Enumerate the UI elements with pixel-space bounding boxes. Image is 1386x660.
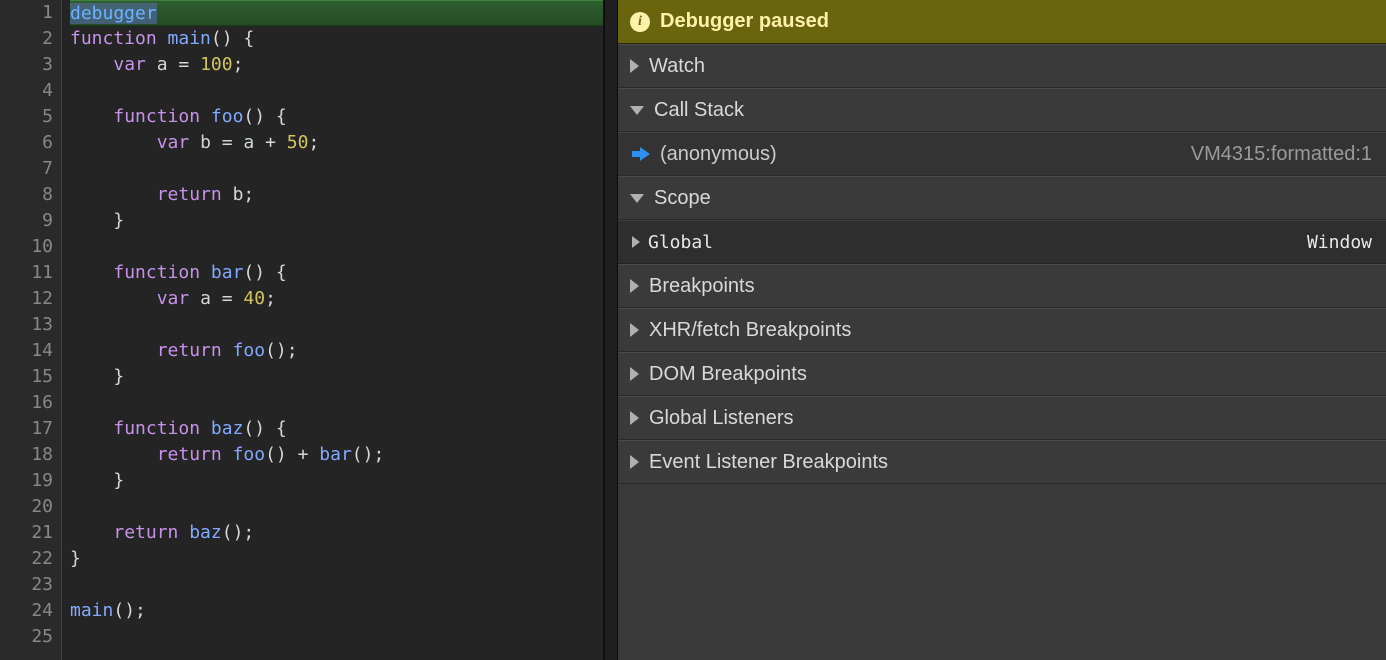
code-line[interactable]: } [70, 546, 603, 572]
xhr-breakpoints-section-label: XHR/fetch Breakpoints [649, 319, 851, 342]
line-number[interactable]: 10 [8, 234, 53, 260]
watch-section-header[interactable]: Watch [618, 44, 1386, 88]
callstack-frame-location: VM4315:formatted:1 [1191, 143, 1372, 166]
code-line[interactable] [70, 234, 603, 260]
line-number[interactable]: 3 [8, 52, 53, 78]
code-line[interactable]: } [70, 364, 603, 390]
line-number[interactable]: 23 [8, 572, 53, 598]
line-number[interactable]: 24 [8, 598, 53, 624]
dom-breakpoints-section-header[interactable]: DOM Breakpoints [618, 352, 1386, 396]
code-editor-pane: 1234567891011121314151617181920212223242… [0, 0, 604, 660]
event-listener-breakpoints-section-header[interactable]: Event Listener Breakpoints [618, 440, 1386, 484]
line-number[interactable]: 16 [8, 390, 53, 416]
debugger-sidebar: i Debugger paused Watch Call Stack (anon… [618, 0, 1386, 660]
line-number[interactable]: 19 [8, 468, 53, 494]
breakpoints-section-header[interactable]: Breakpoints [618, 264, 1386, 308]
line-number[interactable]: 14 [8, 338, 53, 364]
code-line[interactable] [70, 624, 603, 650]
line-number[interactable]: 7 [8, 156, 53, 182]
line-number[interactable]: 22 [8, 546, 53, 572]
line-number[interactable]: 20 [8, 494, 53, 520]
xhr-breakpoints-section-header[interactable]: XHR/fetch Breakpoints [618, 308, 1386, 352]
code-line[interactable] [70, 572, 603, 598]
code-line[interactable]: var b = a + 50; [70, 130, 603, 156]
callstack-frame[interactable]: (anonymous) VM4315:formatted:1 [618, 132, 1386, 176]
line-number[interactable]: 8 [8, 182, 53, 208]
code-line[interactable]: function baz() { [70, 416, 603, 442]
code-line[interactable]: return foo(); [70, 338, 603, 364]
watch-section-label: Watch [649, 55, 705, 78]
scope-section-header[interactable]: Scope [618, 176, 1386, 220]
chevron-right-icon [630, 279, 639, 293]
scope-entry-name: Global [648, 232, 713, 253]
chevron-right-icon [630, 367, 639, 381]
line-number[interactable]: 2 [8, 26, 53, 52]
line-number[interactable]: 21 [8, 520, 53, 546]
line-number[interactable]: 13 [8, 312, 53, 338]
scope-entry[interactable]: Global Window [618, 220, 1386, 264]
code-line[interactable]: var a = 40; [70, 286, 603, 312]
code-line[interactable]: var a = 100; [70, 52, 603, 78]
scope-entry-value: Window [1307, 232, 1372, 253]
chevron-right-icon [630, 323, 639, 337]
line-number[interactable]: 25 [8, 624, 53, 650]
line-number[interactable]: 1 [8, 0, 53, 26]
code-line[interactable]: function foo() { [70, 104, 603, 130]
chevron-right-icon [630, 59, 639, 73]
global-listeners-section-label: Global Listeners [649, 407, 794, 430]
info-icon: i [630, 12, 650, 32]
devtools-sources-panel: 1234567891011121314151617181920212223242… [0, 0, 1386, 660]
pane-splitter[interactable] [604, 0, 618, 660]
line-number[interactable]: 12 [8, 286, 53, 312]
line-number[interactable]: 15 [8, 364, 53, 390]
line-number[interactable]: 9 [8, 208, 53, 234]
code-line[interactable]: } [70, 468, 603, 494]
scope-section-label: Scope [654, 187, 711, 210]
code-line[interactable]: return foo() + bar(); [70, 442, 603, 468]
code-line[interactable]: main(); [70, 598, 603, 624]
code-line[interactable] [70, 312, 603, 338]
paused-label: Debugger paused [660, 10, 829, 33]
line-number[interactable]: 4 [8, 78, 53, 104]
code-line[interactable]: function main() { [70, 26, 603, 52]
chevron-right-icon [630, 455, 639, 469]
chevron-down-icon [630, 106, 644, 115]
debugger-paused-banner: i Debugger paused [618, 0, 1386, 44]
code-line[interactable] [70, 494, 603, 520]
callstack-section-label: Call Stack [654, 99, 744, 122]
global-listeners-section-header[interactable]: Global Listeners [618, 396, 1386, 440]
chevron-right-icon [632, 236, 640, 248]
code-line[interactable]: function bar() { [70, 260, 603, 286]
code-line[interactable] [70, 390, 603, 416]
current-frame-arrow-icon [632, 147, 650, 161]
line-number[interactable]: 18 [8, 442, 53, 468]
code-line[interactable]: debugger [70, 0, 603, 26]
chevron-down-icon [630, 194, 644, 203]
line-number[interactable]: 11 [8, 260, 53, 286]
code-editor[interactable]: 1234567891011121314151617181920212223242… [0, 0, 603, 660]
breakpoints-section-label: Breakpoints [649, 275, 755, 298]
code-line[interactable]: return b; [70, 182, 603, 208]
line-number-gutter[interactable]: 1234567891011121314151617181920212223242… [0, 0, 62, 660]
line-number[interactable]: 6 [8, 130, 53, 156]
code-line[interactable] [70, 78, 603, 104]
event-listener-breakpoints-section-label: Event Listener Breakpoints [649, 451, 888, 474]
dom-breakpoints-section-label: DOM Breakpoints [649, 363, 807, 386]
callstack-frame-name: (anonymous) [660, 143, 777, 166]
callstack-section-header[interactable]: Call Stack [618, 88, 1386, 132]
chevron-right-icon [630, 411, 639, 425]
line-number[interactable]: 5 [8, 104, 53, 130]
code-line[interactable]: } [70, 208, 603, 234]
code-line[interactable]: return baz(); [70, 520, 603, 546]
code-line[interactable] [70, 156, 603, 182]
code-content[interactable]: debuggerfunction main() { var a = 100; f… [62, 0, 603, 660]
line-number[interactable]: 17 [8, 416, 53, 442]
